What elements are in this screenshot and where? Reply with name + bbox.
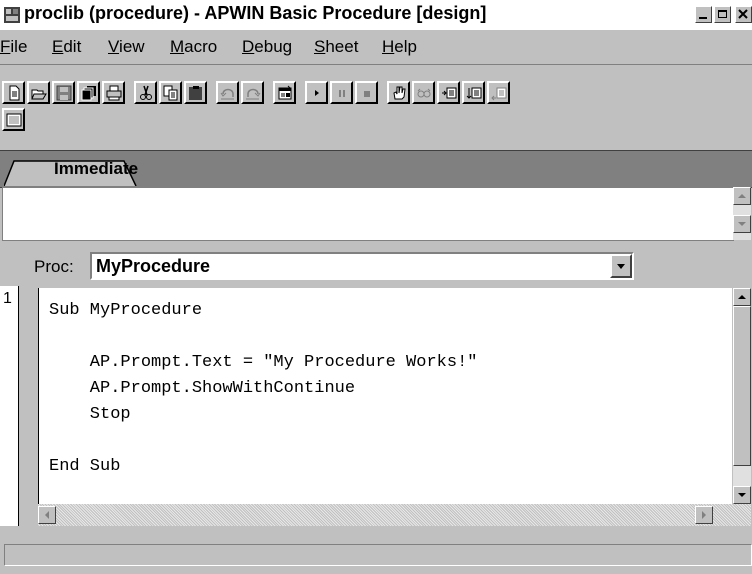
menu-bar: File Edit View Macro Debug Sheet Help <box>0 34 752 60</box>
step-into-button[interactable] <box>437 81 460 104</box>
immediate-scrollbar[interactable] <box>733 187 751 240</box>
app-icon <box>4 7 20 23</box>
menu-macro[interactable]: Macro <box>170 37 217 57</box>
immediate-window-button[interactable] <box>2 108 25 131</box>
immediate-window-icon <box>6 113 22 127</box>
scroll-up-button[interactable] <box>733 187 751 205</box>
undo-icon <box>220 88 234 100</box>
maximize-button[interactable] <box>714 6 731 23</box>
arrow-right-icon <box>702 511 706 519</box>
pause-button[interactable] <box>330 81 353 104</box>
run-icon <box>315 90 319 96</box>
close-button[interactable] <box>735 6 752 23</box>
open-button[interactable] <box>27 81 50 104</box>
tab-immediate-label: Immediate <box>54 159 139 178</box>
toolbar <box>0 64 752 149</box>
new-button[interactable] <box>2 81 25 104</box>
run-button[interactable] <box>305 81 328 104</box>
arrow-down-icon <box>738 222 746 226</box>
menu-file[interactable]: File <box>0 37 27 57</box>
redo-icon <box>246 88 261 100</box>
immediate-pane[interactable] <box>2 187 734 241</box>
proc-dropdown-button[interactable] <box>610 254 632 278</box>
code-scroll-up-button[interactable] <box>733 288 751 306</box>
minimize-button[interactable] <box>695 6 712 23</box>
print-icon <box>106 85 122 101</box>
minimize-icon <box>699 17 707 19</box>
close-icon <box>738 9 748 19</box>
print-button[interactable] <box>102 81 125 104</box>
paste-icon <box>189 86 202 100</box>
redo-button[interactable] <box>241 81 264 104</box>
dialog-editor-icon <box>278 85 292 100</box>
copy-icon <box>163 85 178 101</box>
quick-watch-button[interactable] <box>412 81 435 104</box>
toggle-breakpoint-button[interactable] <box>387 81 410 104</box>
title-bar[interactable]: proclib (procedure) - APWIN Basic Proced… <box>0 0 752 30</box>
open-icon <box>31 89 47 100</box>
code-area[interactable]: Sub MyProcedure AP.Prompt.Text = "My Pro… <box>38 288 732 504</box>
arrow-up-icon <box>738 194 746 198</box>
scroll-down-button[interactable] <box>733 215 751 233</box>
copy-button[interactable] <box>159 81 182 104</box>
menu-sheet[interactable]: Sheet <box>314 37 358 57</box>
save-icon <box>56 85 72 101</box>
undo-button[interactable] <box>216 81 239 104</box>
new-icon <box>9 85 20 101</box>
quick-watch-icon <box>417 88 431 98</box>
menu-edit[interactable]: Edit <box>52 37 81 57</box>
pause-icon <box>339 90 345 97</box>
copy-sheets-icon <box>81 86 96 101</box>
code-horizontal-scrollbar[interactable] <box>38 504 751 526</box>
code-text: Sub MyProcedure AP.Prompt.Text = "My Pro… <box>49 301 478 476</box>
status-bar <box>4 544 752 566</box>
proc-label: Proc: <box>34 257 74 276</box>
cut-button[interactable] <box>134 81 157 104</box>
proc-dropdown[interactable]: MyProcedure <box>90 252 634 280</box>
proc-value: MyProcedure <box>96 256 211 276</box>
step-over-button[interactable] <box>462 81 485 104</box>
window-title: proclib (procedure) - APWIN Basic Proced… <box>24 3 487 23</box>
step-into-icon <box>442 87 457 99</box>
step-over-icon <box>466 87 482 99</box>
code-editor: 1 Sub MyProcedure AP.Prompt.Text = "My P… <box>0 286 752 528</box>
stop-icon <box>364 91 370 97</box>
toggle-breakpoint-icon <box>393 86 406 100</box>
menu-debug[interactable]: Debug <box>242 37 292 57</box>
arrow-left-icon <box>45 511 49 519</box>
line-number: 1 <box>3 290 12 307</box>
step-out-icon <box>491 87 507 101</box>
menu-view[interactable]: View <box>108 37 145 57</box>
scroll-right-button[interactable] <box>695 506 713 524</box>
stop-button[interactable] <box>355 81 378 104</box>
line-gutter: 1 <box>0 286 19 526</box>
paste-button[interactable] <box>184 81 207 104</box>
menu-help[interactable]: Help <box>382 37 417 57</box>
maximize-icon <box>718 10 727 18</box>
step-out-button[interactable] <box>487 81 510 104</box>
cut-icon <box>140 85 152 100</box>
code-scroll-down-button[interactable] <box>733 486 751 504</box>
copy-sheets-button[interactable] <box>77 81 100 104</box>
scroll-left-button[interactable] <box>38 506 56 524</box>
dialog-editor-button[interactable] <box>273 81 296 104</box>
chevron-down-icon <box>617 264 625 269</box>
save-button[interactable] <box>52 81 75 104</box>
main-window: proclib (procedure) - APWIN Basic Proced… <box>0 0 752 574</box>
arrow-up-icon <box>738 295 746 299</box>
arrow-down-icon <box>738 493 746 497</box>
code-vertical-scrollbar[interactable] <box>733 288 751 504</box>
code-scroll-thumb[interactable] <box>733 306 751 466</box>
